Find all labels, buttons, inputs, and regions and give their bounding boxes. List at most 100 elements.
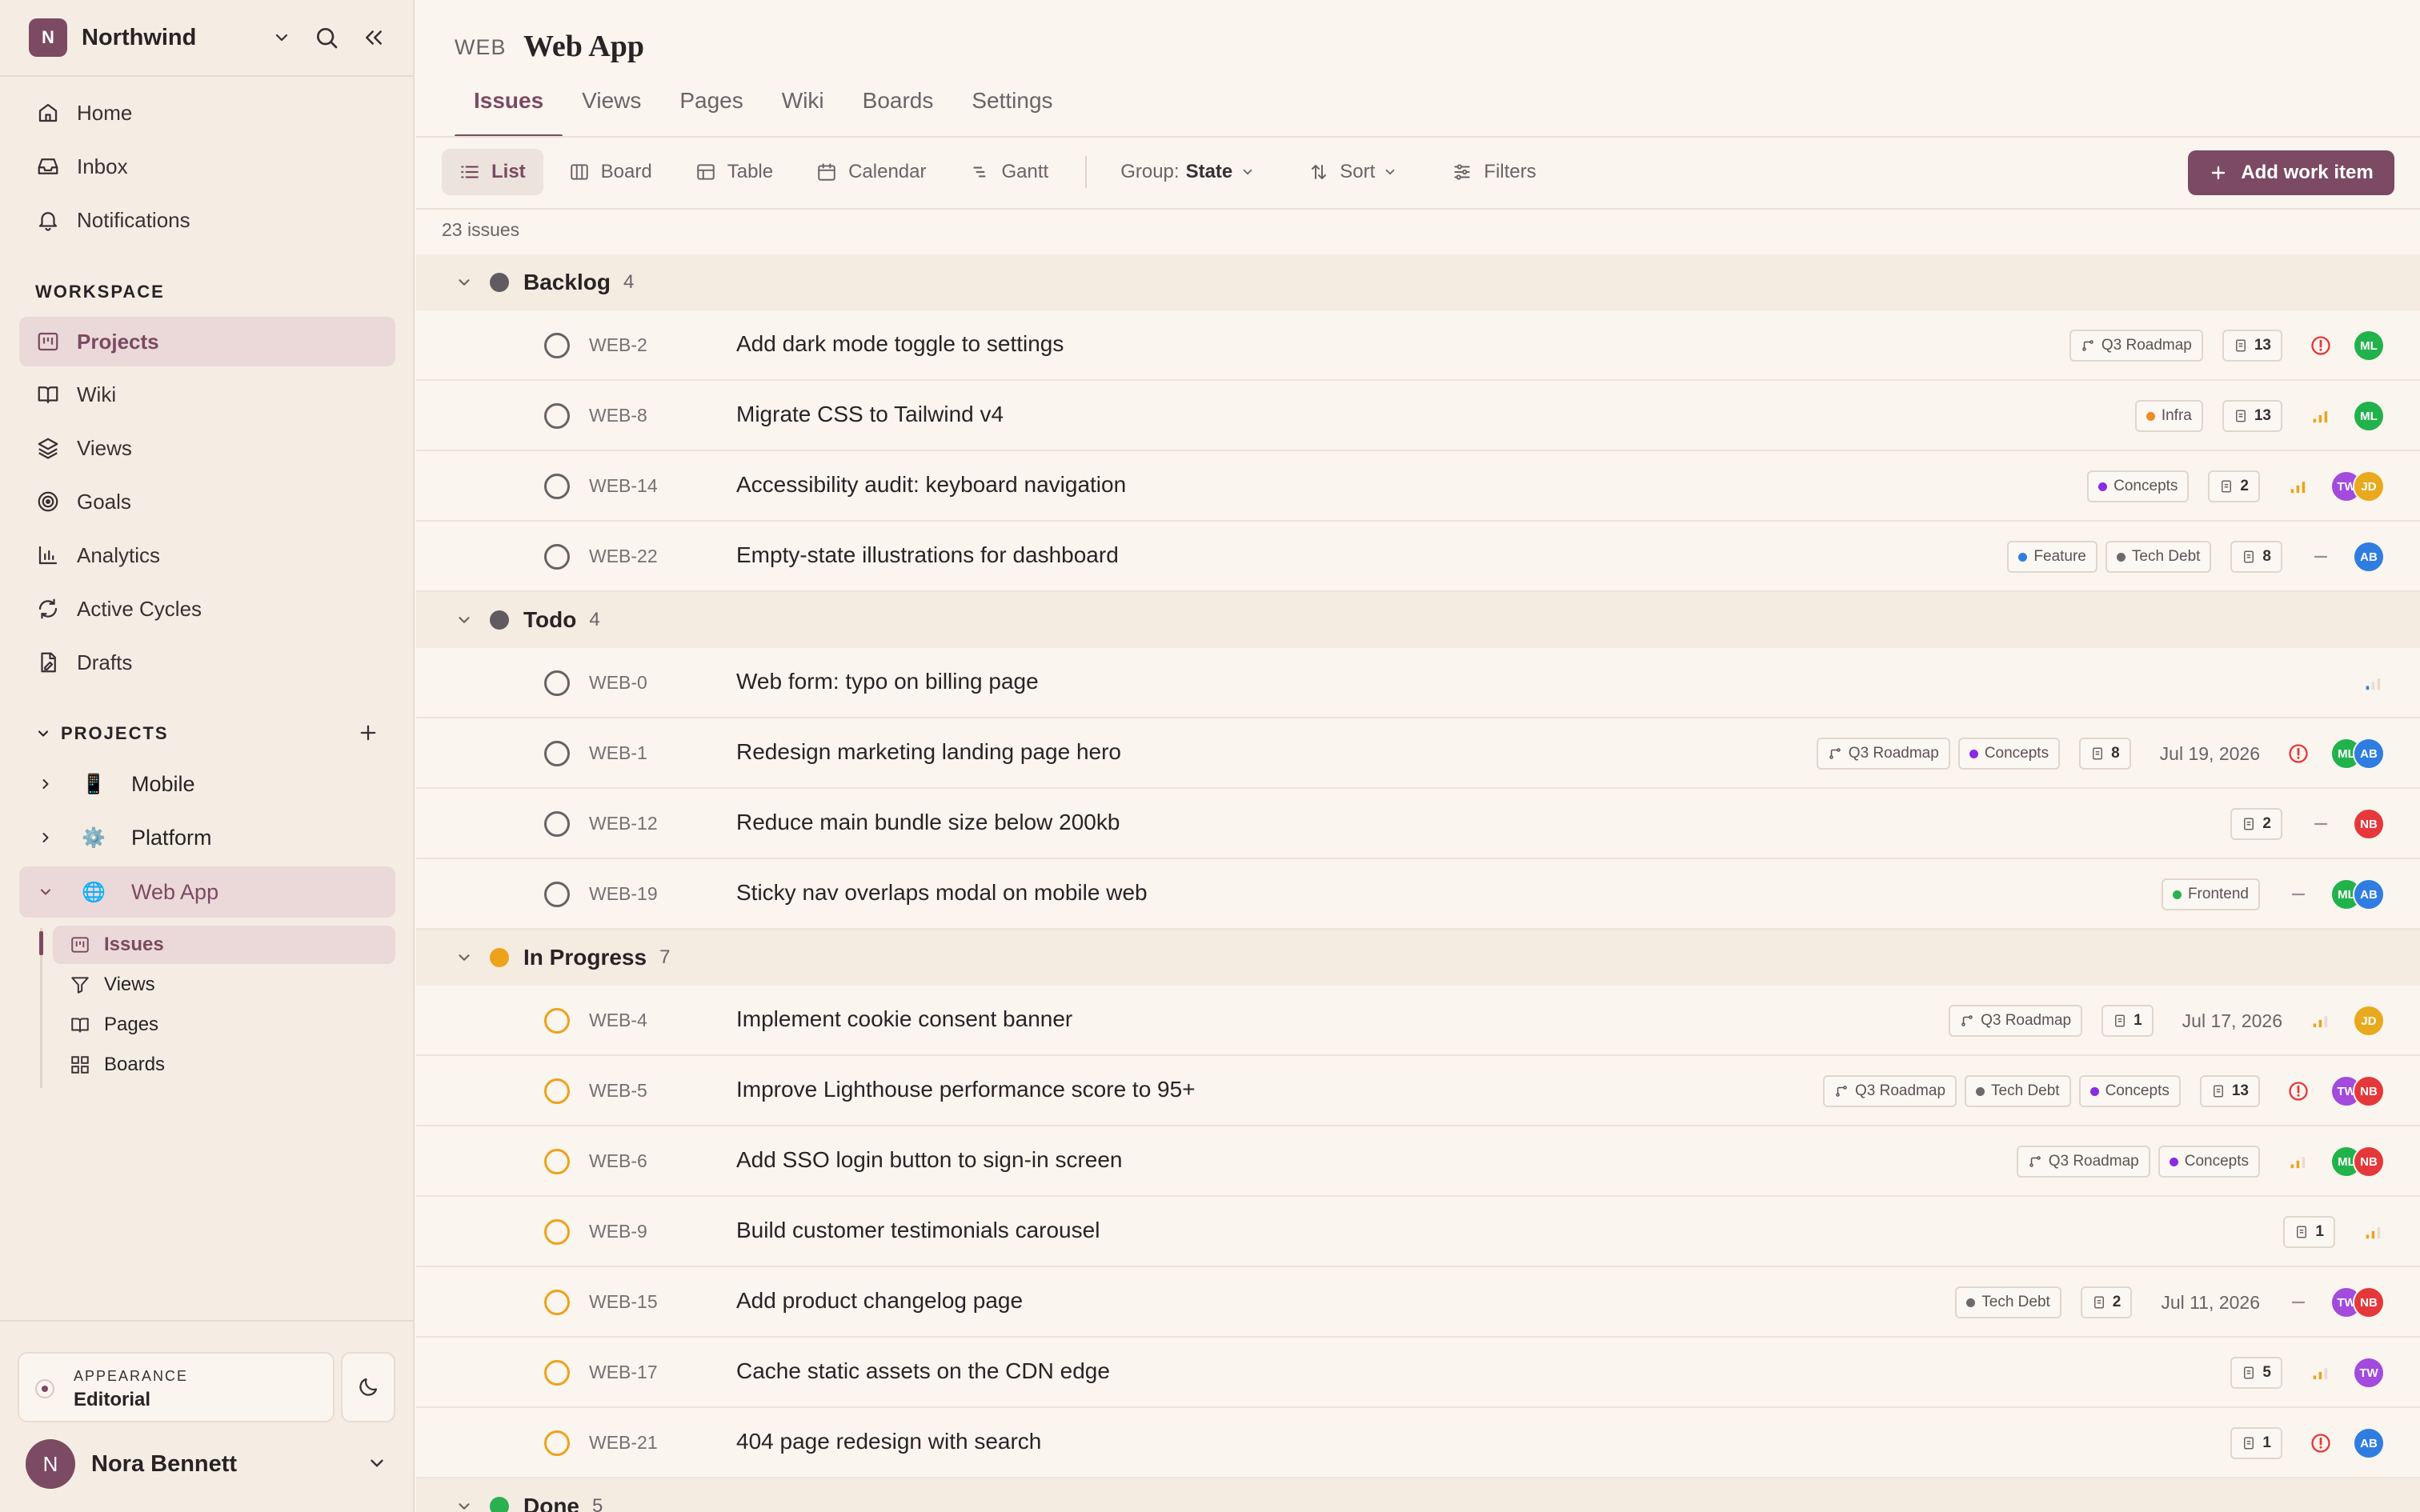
label-chip[interactable]: Concepts xyxy=(2158,1146,2260,1178)
sub-issues-chip[interactable]: 2 xyxy=(2208,470,2260,502)
project-web-app[interactable]: 🌐 Web App xyxy=(19,866,395,918)
label-chip[interactable]: Infra xyxy=(2134,400,2203,432)
tab-views[interactable]: Views xyxy=(563,80,660,138)
state-circle-icon[interactable] xyxy=(544,1149,570,1174)
state-circle-icon[interactable] xyxy=(544,1078,570,1104)
state-circle-icon[interactable] xyxy=(544,544,570,570)
assignees[interactable]: TW xyxy=(2353,1357,2385,1389)
nav-projects[interactable]: Projects xyxy=(19,317,395,366)
group-header-backlog[interactable]: Backlog 4 xyxy=(416,254,2420,310)
state-circle-icon[interactable] xyxy=(544,882,570,907)
group-header-in-progress[interactable]: In Progress 7 xyxy=(416,930,2420,986)
project-platform[interactable]: ⚙️ Platform xyxy=(19,812,395,863)
table-row[interactable]: WEB-0 Web form: typo on billing page xyxy=(416,648,2420,718)
sub-issues-chip[interactable]: 1 xyxy=(2230,1427,2282,1459)
priority-urgent-icon[interactable] xyxy=(2287,1080,2310,1102)
priority-medium-icon[interactable] xyxy=(2310,1010,2332,1032)
project-sub-boards[interactable]: Boards xyxy=(53,1046,395,1084)
table-row[interactable]: WEB-1 Redesign marketing landing page her… xyxy=(416,718,2420,789)
nav-inbox[interactable]: Inbox xyxy=(19,142,395,191)
assignees[interactable]: TW NB xyxy=(2330,1286,2385,1318)
project-mobile[interactable]: 📱 Mobile xyxy=(19,758,395,810)
sub-issues-chip[interactable]: 13 xyxy=(2199,1075,2260,1107)
project-sub-views[interactable]: Views xyxy=(53,966,395,1004)
state-circle-icon[interactable] xyxy=(544,1430,570,1456)
label-chip[interactable]: Frontend xyxy=(2161,878,2260,910)
assignees[interactable]: ML xyxy=(2353,330,2385,362)
nav-active-cycles[interactable]: Active Cycles xyxy=(19,584,395,634)
nav-notifications[interactable]: Notifications xyxy=(19,195,395,245)
priority-none-icon[interactable] xyxy=(2287,1291,2310,1314)
label-chip[interactable]: Tech Debt xyxy=(1955,1286,2061,1318)
dark-mode-toggle[interactable] xyxy=(341,1352,395,1422)
sort-dropdown[interactable]: Sort xyxy=(1292,149,1426,195)
assignees[interactable]: ML xyxy=(2353,400,2385,432)
sub-issues-chip[interactable]: 5 xyxy=(2230,1357,2282,1389)
group-header-done[interactable]: Done 5 xyxy=(416,1478,2420,1512)
table-row[interactable]: WEB-9 Build customer testimonials carouse… xyxy=(416,1197,2420,1267)
chevron-down-icon[interactable] xyxy=(455,1498,474,1512)
nav-views[interactable]: Views xyxy=(19,423,395,473)
chevron-down-icon[interactable] xyxy=(272,28,291,47)
assignees[interactable]: ML NB xyxy=(2330,1146,2385,1178)
state-circle-icon[interactable] xyxy=(544,1008,570,1034)
label-chip[interactable]: Concepts xyxy=(2078,1075,2181,1107)
cycle-chip[interactable]: Q3 Roadmap xyxy=(1823,1075,1957,1107)
group-by-dropdown[interactable]: Group: State xyxy=(1103,149,1284,195)
project-sub-pages[interactable]: Pages xyxy=(53,1006,395,1044)
assignees[interactable]: ML AB xyxy=(2330,738,2385,770)
collapse-sidebar-icon[interactable] xyxy=(362,26,386,50)
priority-none-icon[interactable] xyxy=(2310,813,2332,835)
project-sub-issues[interactable]: Issues xyxy=(53,926,395,964)
state-circle-icon[interactable] xyxy=(544,474,570,499)
layout-table-button[interactable]: Table xyxy=(678,149,791,195)
sub-issues-chip[interactable]: 2 xyxy=(2230,808,2282,840)
add-work-item-button[interactable]: Add work item xyxy=(2188,150,2394,195)
sub-issues-chip[interactable]: 2 xyxy=(2080,1286,2133,1318)
nav-wiki[interactable]: Wiki xyxy=(19,370,395,419)
priority-medium-icon[interactable] xyxy=(2362,1221,2385,1243)
state-circle-icon[interactable] xyxy=(544,1219,570,1245)
workspace-switcher[interactable]: N Northwind xyxy=(29,18,386,58)
chevron-down-icon[interactable] xyxy=(455,274,474,291)
due-date[interactable]: Jul 17, 2026 xyxy=(2182,1010,2282,1032)
layout-gantt-button[interactable]: Gantt xyxy=(952,149,1067,195)
table-row[interactable]: WEB-8 Migrate CSS to Tailwind v4 Infra 13 ML xyxy=(416,381,2420,451)
table-row[interactable]: WEB-5 Improve Lighthouse performance scor… xyxy=(416,1056,2420,1126)
table-row[interactable]: WEB-22 Empty-state illustrations for dash… xyxy=(416,522,2420,592)
label-chip[interactable]: Tech Debt xyxy=(2105,541,2212,573)
priority-low-icon[interactable] xyxy=(2362,672,2385,694)
assignees[interactable]: ML AB xyxy=(2330,878,2385,910)
chevron-down-icon[interactable] xyxy=(455,611,474,629)
filters-button[interactable]: Filters xyxy=(1434,149,1553,195)
label-chip[interactable]: Tech Debt xyxy=(1965,1075,2071,1107)
tab-boards[interactable]: Boards xyxy=(843,80,953,138)
cycle-chip[interactable]: Q3 Roadmap xyxy=(2069,330,2203,362)
cycle-chip[interactable]: Q3 Roadmap xyxy=(1949,1005,2083,1037)
priority-none-icon[interactable] xyxy=(2310,546,2332,568)
label-chip[interactable]: Concepts xyxy=(1957,738,2061,770)
table-row[interactable]: WEB-15 Add product changelog page Tech Deb… xyxy=(416,1267,2420,1338)
priority-high-icon[interactable] xyxy=(2310,405,2332,427)
table-row[interactable]: WEB-4 Implement cookie consent banner Q3 R… xyxy=(416,986,2420,1056)
table-row[interactable]: WEB-2 Add dark mode toggle to settings Q3 … xyxy=(416,310,2420,381)
state-circle-icon[interactable] xyxy=(544,333,570,358)
tab-issues[interactable]: Issues xyxy=(455,80,563,138)
table-row[interactable]: WEB-17 Cache static assets on the CDN edg… xyxy=(416,1338,2420,1408)
state-circle-icon[interactable] xyxy=(544,403,570,429)
state-circle-icon[interactable] xyxy=(544,811,570,837)
sub-issues-chip[interactable]: 13 xyxy=(2222,330,2282,362)
projects-section-toggle[interactable]: PROJECTS xyxy=(35,723,169,744)
sub-issues-chip[interactable]: 1 xyxy=(2101,1005,2154,1037)
group-header-todo[interactable]: Todo 4 xyxy=(416,592,2420,648)
sub-issues-chip[interactable]: 1 xyxy=(2283,1216,2335,1248)
sub-issues-chip[interactable]: 8 xyxy=(2079,738,2131,770)
assignees[interactable]: AB xyxy=(2353,541,2385,573)
table-row[interactable]: WEB-14 Accessibility audit: keyboard navi… xyxy=(416,451,2420,522)
priority-medium-icon[interactable] xyxy=(2310,1362,2332,1384)
state-circle-icon[interactable] xyxy=(544,1360,570,1386)
layout-board-button[interactable]: Board xyxy=(551,149,670,195)
chevron-down-icon[interactable] xyxy=(455,949,474,966)
cycle-chip[interactable]: Q3 Roadmap xyxy=(2016,1146,2150,1178)
assignees[interactable]: AB xyxy=(2353,1427,2385,1459)
